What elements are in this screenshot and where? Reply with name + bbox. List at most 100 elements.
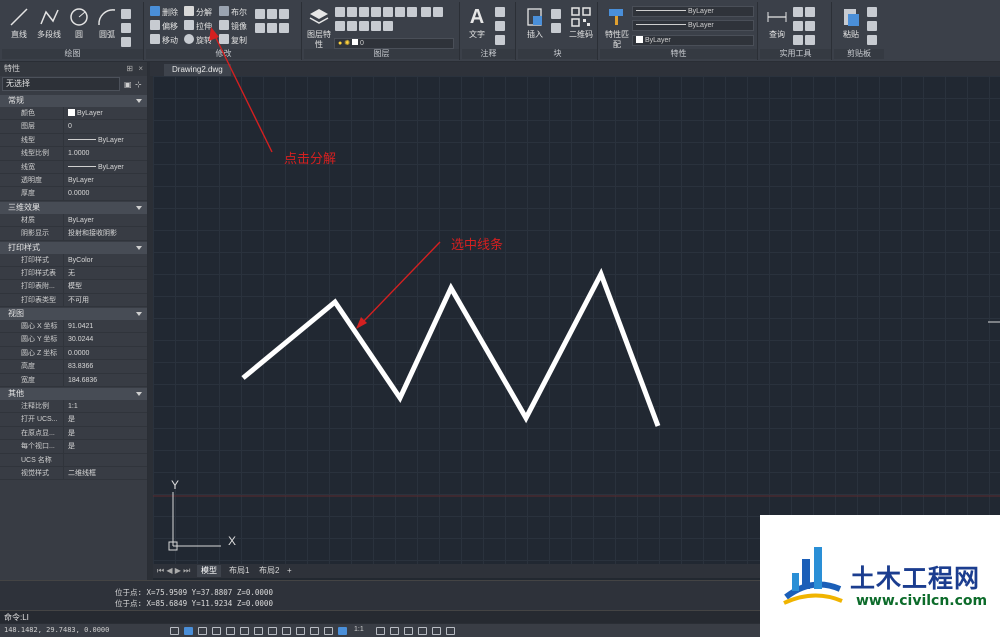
ucs-icon[interactable]: [793, 7, 803, 17]
layer-current-icon[interactable]: [371, 21, 381, 31]
table-icon[interactable]: [495, 35, 505, 45]
osnap-icon[interactable]: [226, 627, 235, 635]
layer-lock-icon[interactable]: [383, 7, 393, 17]
property-value[interactable]: 0: [64, 120, 147, 132]
layer-merge-icon[interactable]: [383, 21, 393, 31]
property-row[interactable]: 圆心 Y 坐标 30.0244: [0, 333, 147, 347]
boolean-button[interactable]: 布尔: [219, 6, 247, 18]
block-group-title[interactable]: 块: [518, 49, 597, 59]
layer-group-title[interactable]: 图层: [304, 49, 459, 59]
props-section-header[interactable]: 三维效果: [0, 201, 147, 214]
transparency-icon[interactable]: [296, 627, 305, 635]
annotation-scale[interactable]: 1:1: [354, 626, 364, 633]
selection-dropdown[interactable]: 无选择: [2, 77, 120, 91]
property-row[interactable]: 颜色 ByLayer: [0, 107, 147, 121]
circle-button[interactable]: 圆: [64, 6, 94, 40]
chamfer-icon[interactable]: [267, 23, 277, 33]
property-value[interactable]: 是: [64, 413, 147, 425]
select-objects-icon[interactable]: ⊹: [135, 80, 142, 89]
3d-osnap-icon[interactable]: [324, 627, 333, 635]
tab-model[interactable]: 模型: [197, 565, 221, 577]
property-row[interactable]: 透明度 ByLayer: [0, 173, 147, 188]
trim-icon[interactable]: [267, 9, 277, 19]
id-point-icon[interactable]: [793, 21, 803, 31]
fillet-icon[interactable]: [255, 23, 265, 33]
tab-add[interactable]: +: [283, 565, 296, 577]
hatch-icon[interactable]: [121, 37, 131, 47]
property-row[interactable]: 注释比例 1:1: [0, 400, 147, 414]
layer-on-icon[interactable]: [335, 21, 345, 31]
snap-icon[interactable]: [184, 627, 193, 635]
property-value[interactable]: 0.0000: [64, 187, 147, 199]
explode-button[interactable]: 分解: [184, 6, 212, 18]
property-row[interactable]: 圆心 Z 坐标 0.0000: [0, 346, 147, 361]
property-row[interactable]: 每个视口... 是: [0, 440, 147, 454]
collapse-triangle-icon[interactable]: [136, 205, 142, 210]
props-section-header[interactable]: 视图: [0, 308, 147, 321]
property-value[interactable]: ByLayer: [64, 161, 147, 173]
utilities-group-title[interactable]: 实用工具: [760, 49, 831, 59]
text-button[interactable]: A 文字: [462, 6, 492, 40]
collapse-triangle-icon[interactable]: [136, 99, 142, 103]
selected-polyline[interactable]: [241, 267, 661, 427]
copy-clip-icon[interactable]: [867, 7, 877, 17]
property-row[interactable]: 打开 UCS... 是: [0, 413, 147, 427]
property-value[interactable]: 是: [64, 440, 147, 452]
spline-icon[interactable]: [121, 9, 131, 19]
collapse-triangle-icon[interactable]: [136, 245, 142, 250]
modify-group-title[interactable]: 修改: [146, 49, 301, 59]
property-value[interactable]: 184.6836: [64, 374, 147, 386]
property-value[interactable]: 二维线框: [64, 467, 147, 479]
property-value[interactable]: 0.0000: [64, 347, 147, 359]
close-icon[interactable]: ×: [138, 62, 143, 76]
properties-group-title[interactable]: 特性: [600, 49, 757, 59]
property-value[interactable]: 1:1: [64, 400, 147, 412]
insert-button[interactable]: 插入: [520, 6, 550, 40]
property-value[interactable]: 模型: [64, 280, 147, 292]
property-value[interactable]: 91.0421: [64, 320, 147, 332]
layer-match-icon[interactable]: [395, 7, 405, 17]
collapse-triangle-icon[interactable]: [136, 312, 142, 317]
area-icon[interactable]: [805, 35, 815, 45]
property-row[interactable]: 宽度 184.6836: [0, 373, 147, 388]
property-value[interactable]: 1.0000: [64, 147, 147, 159]
property-row[interactable]: 线型比例 1.0000: [0, 147, 147, 161]
props-section-header[interactable]: 常规: [0, 95, 147, 107]
draw-group-title[interactable]: 绘图: [2, 49, 143, 59]
clipboard-group-title[interactable]: 剪贴板: [834, 49, 884, 59]
property-value[interactable]: 无: [64, 267, 147, 279]
layer-state-icon[interactable]: [335, 7, 345, 17]
property-row[interactable]: 厚度 0.0000: [0, 187, 147, 201]
tab-layout2[interactable]: 布局2: [255, 565, 283, 577]
line-button[interactable]: 直线: [4, 6, 34, 40]
property-value[interactable]: 30.0244: [64, 333, 147, 345]
quick-calc-icon[interactable]: [805, 21, 815, 31]
layer-iso-icon[interactable]: [347, 7, 357, 17]
annomonitor-icon[interactable]: [404, 627, 413, 635]
rotate-button[interactable]: 旋转: [184, 34, 212, 46]
block-attr-icon[interactable]: [551, 23, 561, 33]
layer-unlock-icon[interactable]: [359, 21, 369, 31]
ortho-icon[interactable]: [198, 627, 207, 635]
property-row[interactable]: 线宽 ByLayer: [0, 160, 147, 174]
dyn-icon[interactable]: [268, 627, 277, 635]
polar-icon[interactable]: [212, 627, 221, 635]
layer-dropdown[interactable]: ● ✺ 0: [334, 38, 454, 49]
offset-button[interactable]: 偏移: [150, 20, 178, 32]
props-section-header[interactable]: 其他: [0, 388, 147, 401]
lineweight-icon[interactable]: [282, 627, 291, 635]
arc-button[interactable]: 圆弧: [92, 6, 122, 40]
property-row[interactable]: 在原点显... 是: [0, 426, 147, 441]
selection-cycle-icon[interactable]: [310, 627, 319, 635]
extend-icon[interactable]: [279, 9, 289, 19]
annotation-visibility-icon[interactable]: [376, 627, 385, 635]
property-value[interactable]: ByColor: [64, 254, 147, 266]
property-value[interactable]: ByLayer: [64, 107, 147, 119]
block-edit-icon[interactable]: [551, 9, 561, 19]
grid-icon[interactable]: [170, 627, 179, 635]
drawing-canvas[interactable]: Y X: [153, 76, 1000, 564]
property-value[interactable]: 投射和接收阴影: [64, 227, 147, 239]
property-row[interactable]: 线型 ByLayer: [0, 133, 147, 148]
command-prompt[interactable]: 命令:LI: [4, 612, 29, 623]
otrack-icon[interactable]: [240, 627, 249, 635]
